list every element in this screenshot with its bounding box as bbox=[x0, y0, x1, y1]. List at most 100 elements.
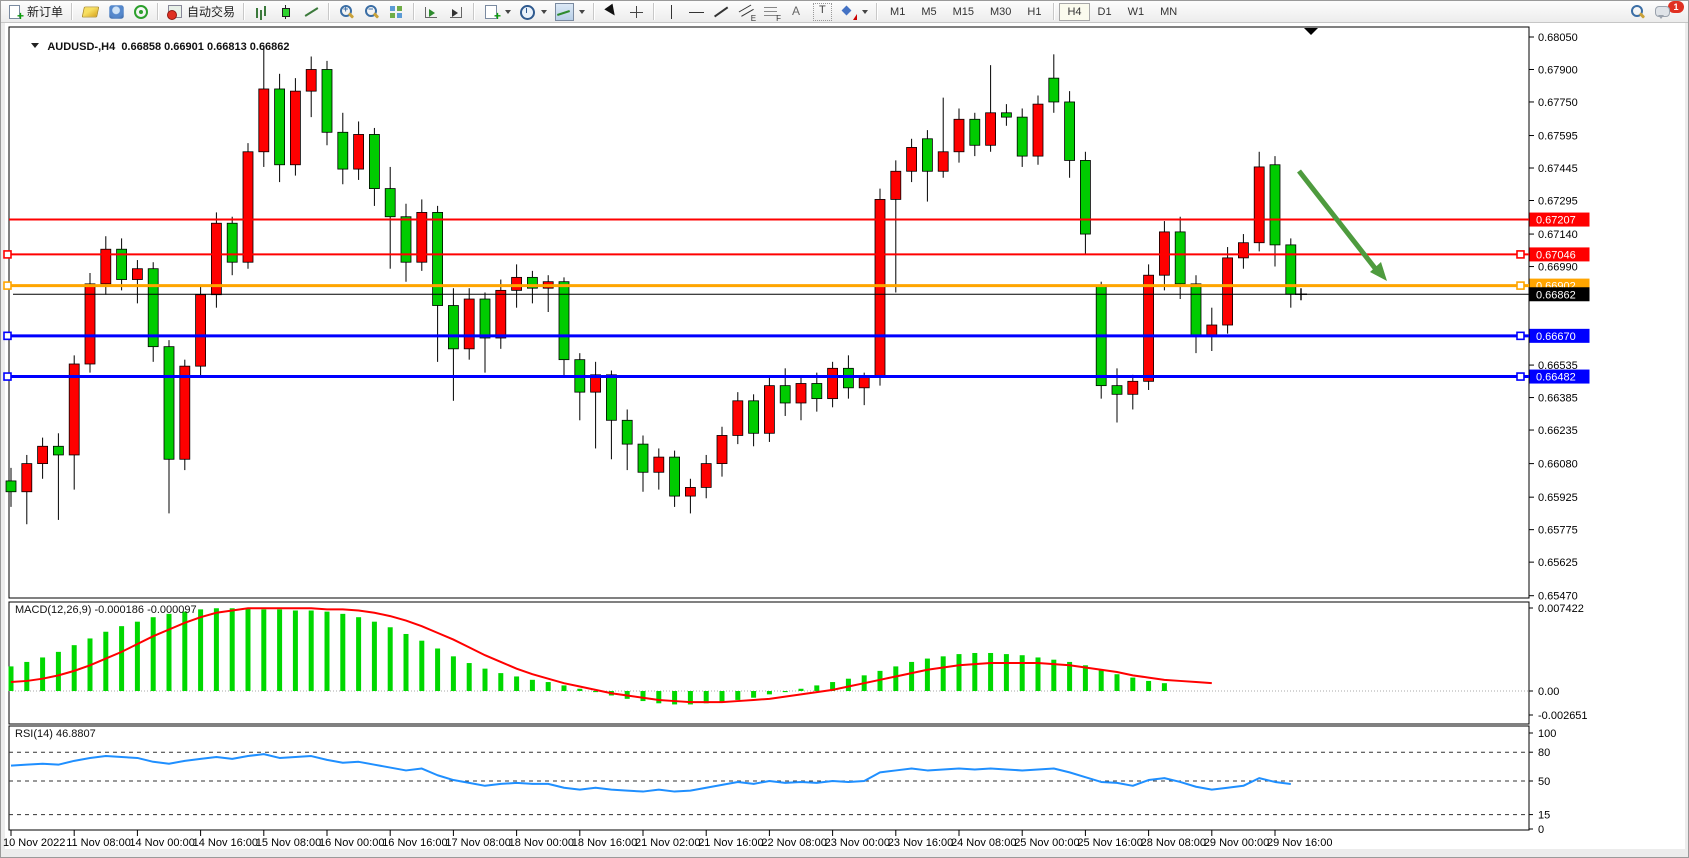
timeframe-m5-button[interactable]: M5 bbox=[913, 3, 944, 21]
macd-bar bbox=[246, 608, 251, 691]
toolbar-separator bbox=[1053, 3, 1055, 20]
timeframe-mn-button[interactable]: MN bbox=[1152, 3, 1185, 21]
price-axis-label: 0.67900 bbox=[1538, 64, 1578, 76]
textA-icon bbox=[788, 4, 805, 20]
vertical-line-tool-button[interactable] bbox=[659, 2, 684, 22]
line-handle[interactable] bbox=[1517, 373, 1524, 380]
price-axis-label: 0.67595 bbox=[1538, 131, 1578, 143]
macd-bar bbox=[941, 656, 946, 691]
text-tool-button[interactable] bbox=[784, 2, 809, 22]
notifications-button[interactable]: 1 bbox=[1650, 2, 1688, 22]
crosshair-tool-button[interactable] bbox=[624, 2, 649, 22]
timeframe-d1-button[interactable]: D1 bbox=[1090, 3, 1120, 21]
chevron-down-icon[interactable] bbox=[862, 10, 868, 14]
timeframe-m15-button[interactable]: M15 bbox=[945, 3, 982, 21]
macd-bar bbox=[451, 656, 456, 691]
search-button[interactable] bbox=[1625, 2, 1650, 22]
zoom-in-button[interactable] bbox=[334, 2, 359, 22]
timeframe-m30-button-label: M30 bbox=[990, 6, 1011, 18]
cursor-tool-button[interactable] bbox=[599, 2, 624, 22]
line-handle[interactable] bbox=[4, 282, 11, 289]
macd-bar bbox=[483, 669, 488, 691]
bar-chart-mode-button[interactable] bbox=[249, 2, 274, 22]
channel-tool-button[interactable] bbox=[734, 2, 759, 22]
macd-bar bbox=[103, 632, 108, 691]
template-icon bbox=[555, 3, 574, 21]
candle-body bbox=[970, 119, 980, 145]
line-handle[interactable] bbox=[4, 251, 11, 258]
price-chart-canvas[interactable]: 0.680500.679000.677500.675950.674450.672… bbox=[1, 23, 1689, 858]
profiles-button[interactable] bbox=[104, 2, 129, 22]
price-axis-label: 0.65775 bbox=[1538, 525, 1578, 537]
date-axis-label: 14 Nov 00:00 bbox=[129, 837, 194, 849]
line-handle[interactable] bbox=[1517, 282, 1524, 289]
auto-scroll-button[interactable] bbox=[444, 2, 469, 22]
candle-body bbox=[749, 401, 759, 433]
candle-body bbox=[1033, 104, 1043, 156]
new-order-button-label: 新订单 bbox=[27, 3, 63, 20]
candle-body bbox=[1175, 232, 1185, 284]
timeframe-w1-button[interactable]: W1 bbox=[1120, 3, 1153, 21]
macd-bar bbox=[720, 691, 725, 702]
macd-bar bbox=[577, 689, 582, 691]
label-tool-button[interactable] bbox=[809, 2, 836, 22]
line-chart-mode-button[interactable] bbox=[299, 2, 324, 22]
date-axis-label: 24 Nov 08:00 bbox=[951, 837, 1016, 849]
toolbar-separator bbox=[71, 3, 73, 20]
candle-body bbox=[1017, 117, 1027, 156]
zoom-out-button[interactable] bbox=[359, 2, 384, 22]
symbol-period-label: AUDUSD-,H4 bbox=[47, 41, 115, 53]
candle-body bbox=[1001, 113, 1011, 117]
candle-body bbox=[275, 89, 285, 165]
line-handle[interactable] bbox=[1517, 251, 1524, 258]
chevron-down-icon[interactable] bbox=[541, 10, 547, 14]
timeframe-h4-button[interactable]: H4 bbox=[1059, 3, 1089, 21]
candle-body bbox=[938, 152, 948, 171]
new-chart-button[interactable] bbox=[479, 2, 515, 22]
signals-button[interactable] bbox=[129, 2, 153, 22]
line-handle[interactable] bbox=[1517, 332, 1524, 339]
toolbar-separator bbox=[157, 3, 159, 20]
auto-trading-button[interactable]: 自动交易 bbox=[163, 2, 239, 22]
macd-bar bbox=[1115, 674, 1120, 691]
collapse-triangle-icon[interactable] bbox=[31, 43, 39, 48]
date-axis-label: 29 Nov 16:00 bbox=[1267, 837, 1332, 849]
macd-bar bbox=[546, 682, 551, 691]
date-axis-label: 25 Nov 00:00 bbox=[1014, 837, 1079, 849]
date-axis-label: 23 Nov 00:00 bbox=[825, 837, 890, 849]
candle-body bbox=[306, 69, 316, 91]
timeframe-m1-button-label: M1 bbox=[890, 6, 905, 18]
toolbar: 新订单 自动交易 M1 M5M15 M30 H1 H4D1W1MN 1 bbox=[1, 1, 1689, 23]
macd-bar bbox=[261, 609, 266, 691]
macd-bar bbox=[325, 612, 330, 691]
candlestick-mode-button[interactable] bbox=[274, 2, 299, 22]
line-handle[interactable] bbox=[4, 373, 11, 380]
macd-bar bbox=[498, 673, 503, 691]
timeframe-m30-button[interactable]: M30 bbox=[982, 3, 1019, 21]
main-price-panel[interactable] bbox=[9, 27, 1529, 598]
candle-body bbox=[464, 299, 474, 349]
macd-panel[interactable] bbox=[9, 602, 1529, 724]
candle-body bbox=[1065, 102, 1075, 160]
tile-windows-button[interactable] bbox=[384, 2, 409, 22]
candle-body bbox=[843, 368, 853, 387]
timeframe-m1-button[interactable]: M1 bbox=[882, 3, 913, 21]
chart-shift-button[interactable] bbox=[419, 2, 444, 22]
line-handle[interactable] bbox=[4, 332, 11, 339]
marker-tool-button[interactable] bbox=[77, 2, 104, 22]
timeframe-h1-button[interactable]: H1 bbox=[1019, 3, 1049, 21]
fibonacci-tool-button[interactable] bbox=[759, 2, 784, 22]
new-order-button[interactable]: 新订单 bbox=[3, 2, 67, 22]
templates-button[interactable] bbox=[551, 2, 589, 22]
candle-body bbox=[907, 147, 917, 171]
periods-button[interactable] bbox=[515, 2, 551, 22]
candle-body bbox=[322, 69, 332, 132]
candle-body bbox=[986, 113, 996, 145]
price-badge-label: 0.67207 bbox=[1536, 215, 1576, 227]
trendline-tool-button[interactable] bbox=[709, 2, 734, 22]
chevron-down-icon[interactable] bbox=[505, 10, 511, 14]
horizontal-line-tool-button[interactable] bbox=[684, 2, 709, 22]
shapes-tool-button[interactable] bbox=[836, 2, 872, 22]
toolbar-separator bbox=[876, 3, 878, 20]
chevron-down-icon[interactable] bbox=[579, 10, 585, 14]
